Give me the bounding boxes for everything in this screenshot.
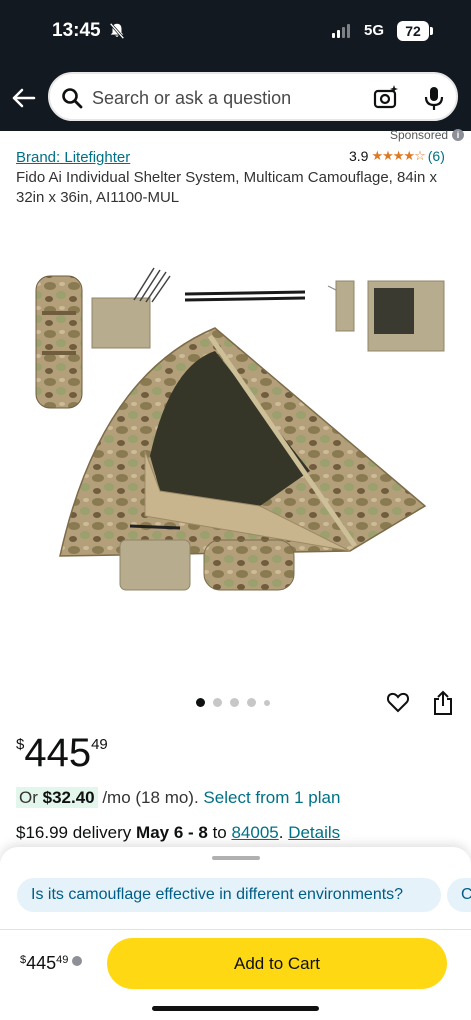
poles-image — [184, 290, 306, 302]
pole-bag-image — [203, 539, 295, 591]
add-to-cart-button[interactable]: Add to Cart — [107, 938, 447, 989]
question-chip[interactable]: C — [447, 878, 471, 912]
backpack-image — [35, 275, 83, 409]
share-icon[interactable] — [432, 690, 454, 716]
sponsored-label[interactable]: Sponsored i — [390, 128, 465, 142]
divider — [0, 929, 471, 930]
battery-icon: 72 — [397, 21, 429, 41]
monthly-payment: Or $32.40 /mo (18 mo). Select from 1 pla… — [16, 787, 340, 808]
delivery-info: $16.99 delivery May 6 - 8 to 84005. Deta… — [16, 823, 341, 842]
image-carousel-indicator[interactable] — [196, 698, 270, 707]
camera-search-icon[interactable] — [372, 84, 400, 112]
price-whole: 445 — [24, 731, 92, 775]
sticky-price: $ 445 49 — [20, 953, 83, 974]
price: $ 445 49 — [16, 730, 108, 776]
monthly-term: /mo (18 mo). — [97, 788, 204, 807]
carousel-dot[interactable] — [196, 698, 205, 707]
search-icon — [62, 88, 83, 109]
status-time: 13:45 — [52, 20, 101, 41]
info-icon[interactable]: i — [452, 129, 465, 141]
delivery-cost: $16.99 delivery — [16, 823, 137, 842]
footprint-image — [91, 297, 151, 349]
battery-tip — [430, 27, 433, 35]
monthly-amount: $32.40 — [42, 788, 95, 807]
product-title: Fido Ai Individual Shelter System, Multi… — [16, 169, 438, 206]
home-indicator — [152, 1006, 319, 1011]
sheet-handle[interactable] — [212, 856, 260, 860]
silent-bell-icon — [109, 22, 125, 40]
search-placeholder[interactable]: Search or ask a question — [92, 88, 291, 109]
search-bar[interactable]: Search or ask a question — [48, 72, 458, 121]
stakes-image — [133, 267, 171, 303]
back-arrow-icon[interactable] — [10, 84, 38, 112]
select-plan-link[interactable]: Select from 1 plan — [203, 788, 340, 807]
carousel-dot[interactable] — [213, 698, 222, 707]
star-rating-icon: ★★★★☆ — [371, 148, 425, 163]
price-symbol: $ — [16, 736, 25, 753]
brand-link[interactable]: Brand: Litefighter — [16, 149, 130, 166]
zip-link[interactable]: 84005 — [231, 823, 278, 842]
carousel-dot[interactable] — [247, 698, 256, 707]
question-chip[interactable]: Is its camouflage effective in different… — [17, 878, 441, 912]
rating-count[interactable]: (6) — [428, 148, 445, 164]
price-fraction: 49 — [91, 736, 108, 753]
tent-image — [59, 327, 427, 557]
bottom-sheet: Is its camouflage effective in different… — [0, 847, 471, 1020]
signal-icon — [332, 24, 350, 38]
monthly-highlight: Or $32.40 — [16, 787, 98, 808]
guylines-image — [327, 280, 355, 332]
info-icon[interactable] — [72, 956, 83, 966]
stuff-sack-image — [119, 539, 191, 591]
carousel-dot[interactable] — [230, 698, 239, 707]
delivery-dates: May 6 - 8 — [136, 823, 208, 842]
network-label: 5G — [364, 22, 385, 39]
carousel-dot[interactable] — [264, 699, 270, 706]
product-image[interactable] — [20, 256, 450, 616]
details-link[interactable]: Details — [288, 823, 340, 842]
microphone-icon[interactable] — [422, 84, 446, 112]
top-header: 13:45 5G 72 Search or ask a question — [0, 0, 471, 131]
rating-value: 3.9 — [349, 148, 369, 164]
heart-icon[interactable] — [386, 690, 410, 714]
rating-summary[interactable]: 3.9 ★★★★☆ (6) — [349, 148, 445, 164]
